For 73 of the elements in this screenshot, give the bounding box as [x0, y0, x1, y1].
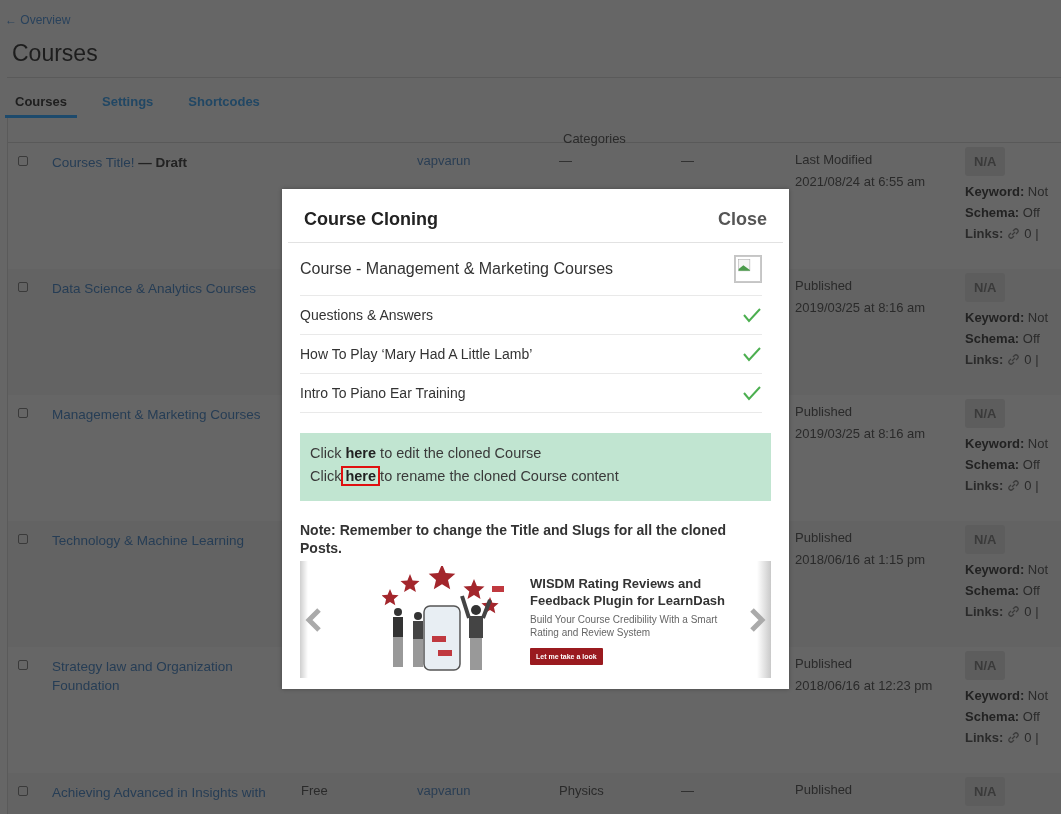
links-label: Links: — [965, 478, 1004, 493]
message-line: Click here to rename the cloned Course content — [310, 465, 620, 488]
schema-status: Schema: Off — [965, 331, 1040, 346]
links-count: 0 | — [1024, 352, 1039, 367]
cloned-item: Intro To Piano Ear Training — [300, 385, 466, 401]
author-link[interactable]: vapvarun — [417, 783, 471, 798]
page-title: Courses — [12, 40, 99, 67]
date-label: Published — [795, 781, 854, 799]
categories-cell: — — [559, 153, 572, 168]
links-count: 0 | — [1024, 730, 1039, 745]
links-count: 0 | — [1024, 226, 1039, 241]
note-text: Note: Remember to change the Title and Slugs for all the cloned Posts. — [300, 521, 728, 557]
keyword-status: Keyword: Not — [965, 310, 1049, 325]
link-icon — [1007, 731, 1021, 744]
course-title-link[interactable]: Management & Marketing Courses — [52, 405, 261, 424]
row-checkbox[interactable] — [18, 660, 28, 670]
keyword-status: Keyword: Not — [965, 562, 1049, 577]
links-label: Links: — [965, 226, 1004, 241]
row-checkbox[interactable] — [18, 156, 28, 166]
close-button[interactable]: Close — [717, 209, 767, 230]
date-cell-text: 2019/03/25 at 8:16 am — [795, 299, 927, 317]
row-checkbox[interactable] — [18, 534, 28, 544]
links-label: Links: — [965, 352, 1004, 367]
date-cell-text: 2019/03/25 at 8:16 am — [795, 425, 927, 443]
tags-cell: — — [681, 153, 694, 168]
link-icon — [1007, 605, 1021, 618]
price-cell: Free — [301, 783, 328, 798]
tab[interactable]: Settings — [92, 92, 164, 118]
course-name: Course - Management & Marketing Courses — [300, 260, 614, 278]
categories-cell: Physics — [559, 783, 604, 798]
cloned-item: Questions & Answers — [300, 307, 434, 323]
date-label: Published — [795, 277, 854, 295]
keyword-status: Keyword: Not — [965, 184, 1049, 199]
tags-cell: — — [681, 783, 694, 798]
schema-status: Schema: Off — [965, 457, 1040, 472]
dialog-title: Course Cloning — [304, 209, 438, 230]
course-title-link[interactable]: Courses Title! — [52, 153, 135, 172]
banner-subtitle: Build Your Course Credibility With a Smart Rating and Review System — [530, 612, 719, 639]
date-label: Published — [795, 403, 854, 421]
author-link[interactable]: vapvarun — [417, 153, 471, 168]
course-title-link[interactable]: Data Science & Analytics Courses — [52, 279, 257, 298]
link-icon — [1007, 227, 1021, 240]
row-checkbox[interactable] — [18, 408, 28, 418]
date-cell-text: 2018/06/16 at 1:15 pm — [795, 551, 927, 569]
schema-status: Schema: Off — [965, 583, 1040, 598]
date-cell-text: 2021/08/24 at 6:55 am — [795, 173, 927, 191]
course-title-link[interactable]: Technology & Machine Learning — [52, 531, 245, 550]
banner-title: WISDM Rating Reviews and Feedback Plugin for LearnDash — [530, 574, 727, 609]
date-label: Last Modified — [795, 151, 874, 169]
tab[interactable]: Shortcodes — [178, 92, 270, 118]
message-line: Click here to edit the cloned Course — [310, 442, 543, 465]
schema-status: Schema: Off — [965, 205, 1040, 220]
keyword-status: Keyword: Not — [965, 688, 1049, 703]
link-icon — [1007, 353, 1021, 366]
tab[interactable]: Courses — [5, 92, 78, 118]
here-link[interactable]: here — [341, 466, 381, 486]
broken-image-icon — [734, 255, 762, 283]
post-status: — Draft — [138, 155, 188, 170]
back-link[interactable]: ← Overview — [5, 13, 71, 27]
links-label: Links: — [965, 604, 1004, 619]
row-checkbox[interactable] — [18, 282, 28, 292]
links-count: 0 | — [1024, 604, 1039, 619]
date-label: Published — [795, 529, 854, 547]
links-count: 0 | — [1024, 478, 1039, 493]
cloned-item: How To Play ‘Mary Had A Little Lamb’ — [300, 346, 533, 362]
column-header: Categories — [562, 132, 627, 146]
date-label: Published — [795, 655, 854, 673]
here-link[interactable]: here — [341, 443, 381, 463]
schema-status: Schema: Off — [965, 709, 1040, 724]
row-checkbox[interactable] — [18, 786, 28, 796]
keyword-status: Keyword: Not — [965, 436, 1049, 451]
link-icon — [1007, 479, 1021, 492]
links-label: Links: — [965, 730, 1004, 745]
